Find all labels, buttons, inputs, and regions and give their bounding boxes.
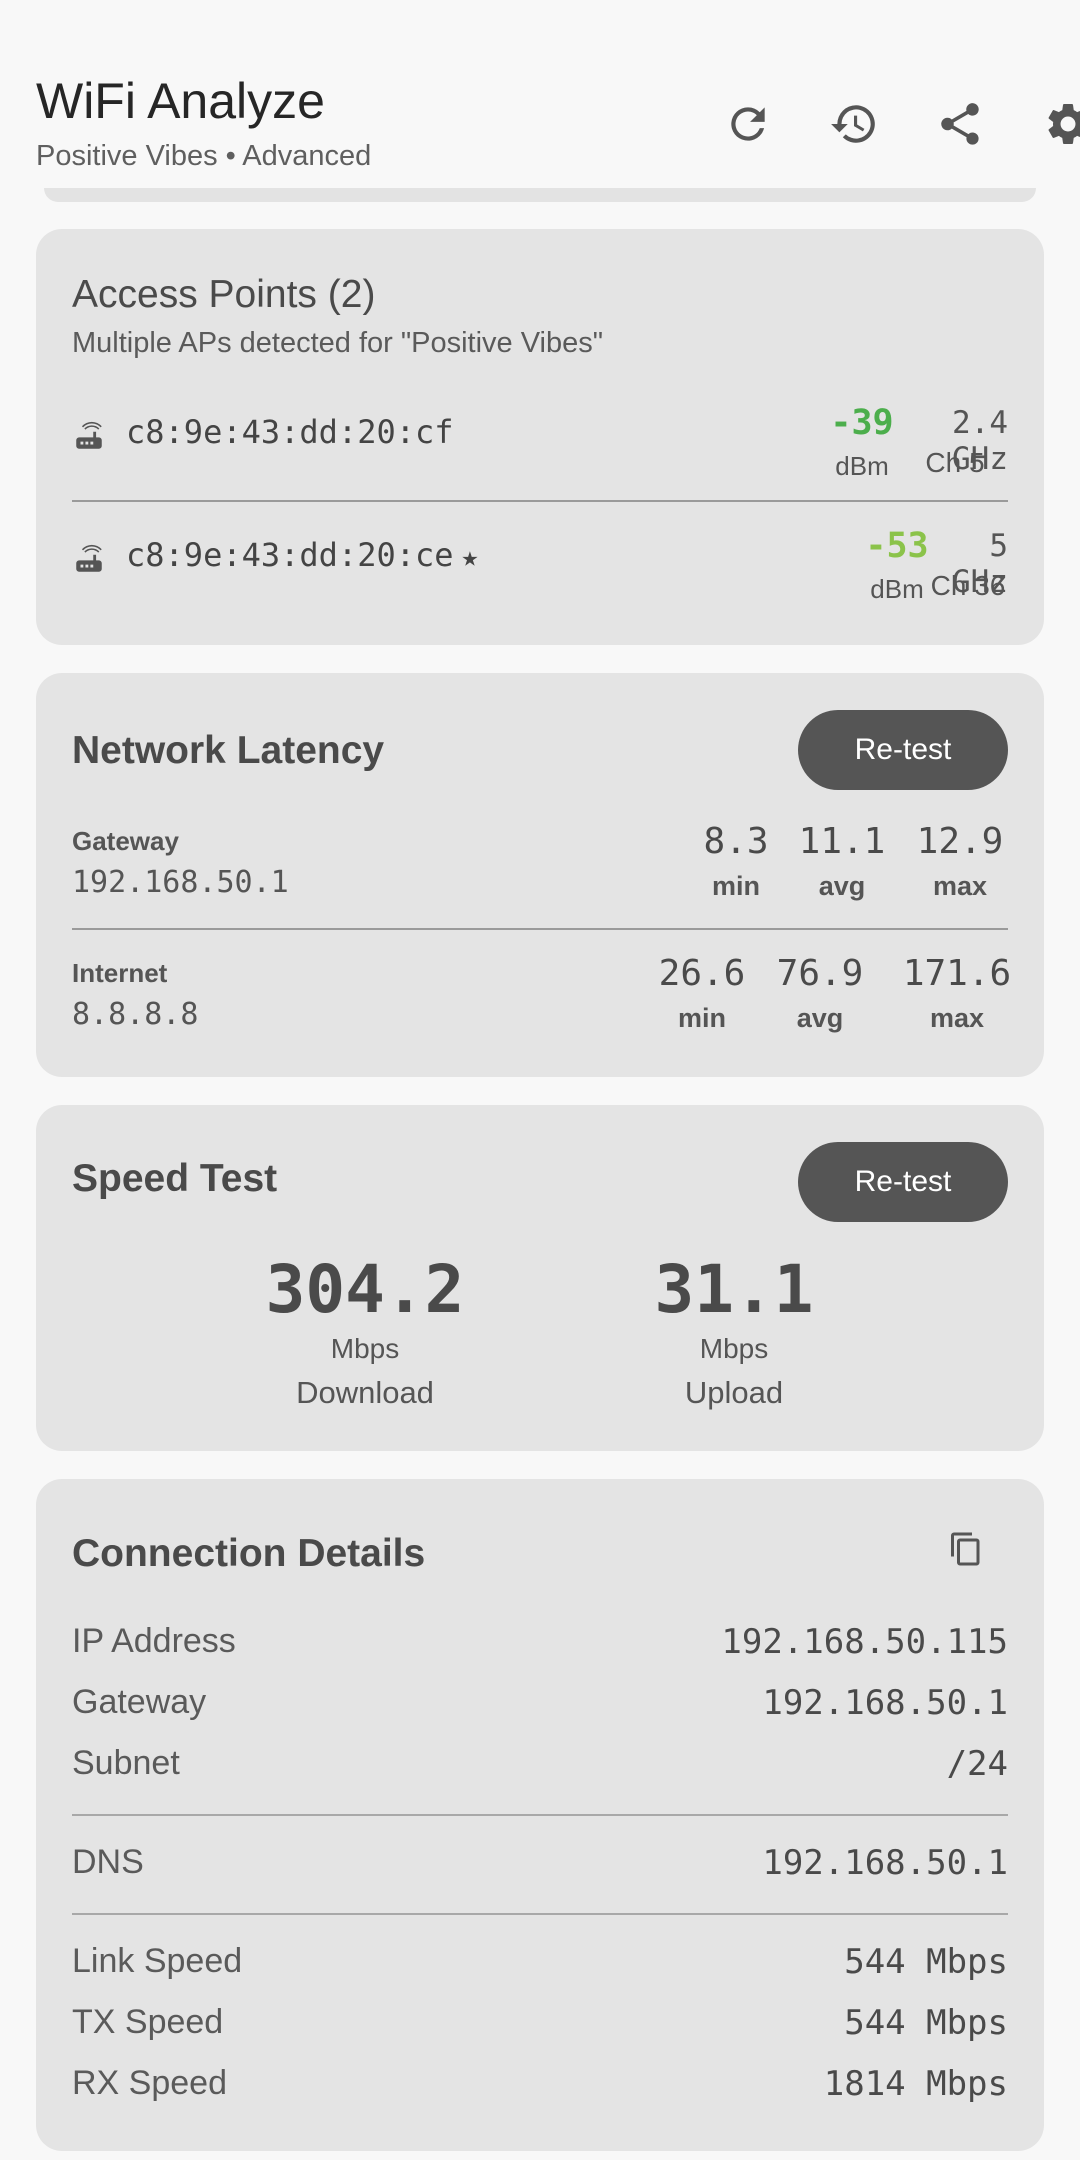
ap-rssi-unit: dBm — [835, 451, 889, 481]
app-subtitle: Positive Vibes • Advanced — [36, 140, 372, 172]
divider — [72, 928, 1008, 930]
gateway-value: 192.168.50.1 — [762, 1683, 1008, 1723]
access-points-card: Access Points (2) Multiple APs detected … — [36, 229, 1044, 645]
app-bar: WiFi Analyze Positive Vibes • Advanced — [0, 0, 1080, 196]
gateway-host: 192.168.50.1 — [72, 865, 289, 900]
min-label: min — [711, 871, 760, 901]
history-icon — [831, 105, 875, 143]
gear-icon — [1048, 103, 1080, 144]
divider — [72, 1913, 1008, 1915]
speed-retest-button[interactable]: Re-test — [798, 1142, 1008, 1222]
link-speed-label: Link Speed — [72, 1942, 243, 1980]
router-icon — [72, 419, 106, 453]
subnet-label: Subnet — [72, 1744, 180, 1782]
speed-test-card: Speed Test Re-test 304.2 Mbps Download 3… — [36, 1105, 1044, 1451]
previous-card-edge — [44, 188, 1036, 202]
connected-star-icon: ★ — [461, 540, 479, 573]
subnet-value: /24 — [946, 1744, 1008, 1784]
history-button[interactable] — [818, 88, 890, 160]
connection-details-title: Connection Details — [72, 1532, 426, 1575]
gateway-min: 8.3 — [703, 821, 769, 862]
internet-host: 8.8.8.8 — [72, 997, 199, 1032]
refresh-icon — [731, 107, 765, 141]
ap-channel: Ch 5 — [925, 447, 985, 478]
internet-min: 26.6 — [658, 953, 746, 994]
latency-retest-button[interactable]: Re-test — [798, 710, 1008, 790]
access-points-subtitle: Multiple APs detected for "Positive Vibe… — [72, 327, 604, 359]
gateway-label: Gateway — [72, 826, 179, 856]
max-label: max — [932, 871, 988, 901]
settings-button[interactable] — [1032, 88, 1080, 160]
link-speed-value: 544 Mbps — [844, 1942, 1008, 1982]
download-value: 304.2 — [265, 1251, 465, 1328]
ip-address-value: 192.168.50.115 — [721, 1622, 1008, 1662]
copy-icon — [951, 1532, 980, 1566]
gateway-label: Gateway — [72, 1683, 207, 1721]
connection-details-card: Connection Details IP Address 192.168.50… — [36, 1479, 1044, 2151]
refresh-button[interactable] — [712, 88, 784, 160]
router-icon — [72, 542, 106, 576]
access-point-row[interactable]: c8:9e:43:dd:20:ce ★ -53 dBm 5 GHz Ch 36 — [72, 514, 1008, 622]
rx-speed-value: 1814 Mbps — [823, 2064, 1008, 2104]
speed-test-title: Speed Test — [72, 1157, 278, 1200]
dns-value: 192.168.50.1 — [762, 1843, 1008, 1883]
dns-label: DNS — [72, 1843, 144, 1881]
ap-bssid: c8:9e:43:dd:20:cf — [126, 413, 454, 451]
avg-label: avg — [818, 871, 866, 901]
ap-bssid: c8:9e:43:dd:20:ce ★ — [126, 536, 479, 574]
download-unit: Mbps — [330, 1333, 400, 1364]
copy-button[interactable] — [948, 1531, 992, 1575]
upload-label: Upload — [684, 1375, 784, 1410]
avg-label: avg — [796, 1003, 844, 1033]
network-latency-card: Network Latency Re-test Gateway 192.168.… — [36, 673, 1044, 1077]
ap-rssi: -39 — [830, 403, 894, 443]
download-label: Download — [296, 1375, 434, 1410]
gateway-avg: 11.1 — [798, 821, 886, 862]
internet-avg: 76.9 — [776, 953, 864, 994]
ip-address-label: IP Address — [72, 1622, 236, 1660]
latency-title: Network Latency — [72, 729, 385, 772]
divider — [72, 1814, 1008, 1816]
share-button[interactable] — [924, 88, 996, 160]
upload-unit: Mbps — [699, 1333, 769, 1364]
max-label: max — [929, 1003, 985, 1033]
internet-max: 171.6 — [902, 953, 1012, 994]
internet-label: Internet — [72, 958, 168, 988]
access-points-title: Access Points (2) — [72, 273, 376, 316]
share-icon — [941, 103, 979, 145]
upload-value: 31.1 — [654, 1251, 814, 1328]
min-label: min — [677, 1003, 726, 1033]
tx-speed-value: 544 Mbps — [844, 2003, 1008, 2043]
app-title: WiFi Analyze — [36, 73, 325, 129]
ap-channel: Ch 36 — [930, 570, 1006, 601]
tx-speed-label: TX Speed — [72, 2003, 224, 2041]
access-point-row[interactable]: c8:9e:43:dd:20:cf -39 dBm 2.4 GHz Ch 5 — [72, 391, 1008, 499]
gateway-max: 12.9 — [916, 821, 1004, 862]
rx-speed-label: RX Speed — [72, 2064, 227, 2102]
divider — [72, 500, 1008, 502]
